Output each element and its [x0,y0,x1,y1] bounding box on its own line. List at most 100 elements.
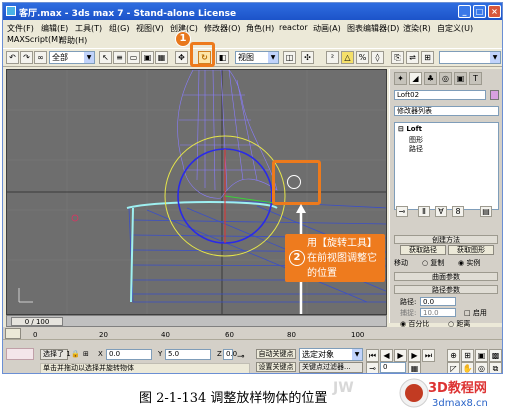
get-shape-button[interactable]: 获取图形 [448,245,494,255]
pin-stack-icon[interactable]: ⊸ [396,206,408,217]
named-selection-icon[interactable]: ⎘ [391,51,404,64]
play-icon[interactable]: ▶ [394,349,407,362]
maxscript-listener[interactable] [6,348,34,360]
modify-tab-icon[interactable]: ◢ [409,72,422,85]
pivot-center-icon[interactable]: ◫ [283,51,296,64]
snap-icon[interactable]: ² [326,51,339,64]
maximize-viewport-icon[interactable]: ⧉ [489,362,502,373]
named-selection-sets-dropdown[interactable]: ▼ [439,51,501,64]
absolute-mode-icon[interactable]: ⊞ [83,350,89,358]
y-coordinate-input[interactable]: 5.0 [165,349,211,360]
field-of-view-icon[interactable]: ◸ [447,362,460,373]
create-tab-icon[interactable]: ✦ [394,72,407,85]
time-slider[interactable]: 0 / 100 [11,317,63,326]
object-color-swatch[interactable] [490,90,499,100]
menu-animation[interactable]: 动画(A) [313,23,341,34]
auto-key-button[interactable]: 自动关键点 [256,349,296,359]
selection-filter-dropdown[interactable]: 全部 ▼ [49,51,95,64]
region-select-icon[interactable]: ▭ [127,51,140,64]
key-icon[interactable]: ⊸ [237,352,245,362]
object-name-input[interactable]: Loft02 [394,90,486,100]
go-to-start-icon[interactable]: ⏮ [366,349,379,362]
window-select-icon[interactable]: ▦ [155,51,168,64]
track-bar[interactable]: 0 20 40 60 80 100 [3,327,502,340]
remove-modifier-icon[interactable]: 8 [452,206,464,217]
reference-coord-dropdown[interactable]: 视图 ▼ [235,51,279,64]
key-mode-dropdown[interactable]: 选定对象 ▼ [299,348,363,361]
select-object-icon[interactable]: ↖ [99,51,112,64]
loft-path [126,201,278,209]
set-key-button[interactable]: 设置关键点 [256,362,296,372]
menu-rendering[interactable]: 渲染(R) [403,23,431,34]
menu-character[interactable]: 角色(H) [246,23,274,34]
menu-help[interactable]: 帮助(H) [59,35,87,46]
key-mode-icon[interactable]: ⊸ [366,362,379,373]
move-icon[interactable]: ✥ [175,51,188,64]
undo-icon[interactable]: ↶ [6,51,19,64]
key-filters-button[interactable]: 关键点过滤器... [299,362,363,373]
show-end-result-icon[interactable]: Ⅱ [418,206,430,217]
path-params-rollout[interactable]: 路径参数 [394,285,498,294]
motion-tab-icon[interactable]: ◎ [439,72,452,85]
menu-file[interactable]: 文件(F) [7,23,34,34]
surface-params-rollout[interactable]: 曲面参数 [394,272,498,281]
creation-method-rollout[interactable]: 创建方法 [394,235,498,244]
menu-edit[interactable]: 编辑(E) [41,23,68,34]
zoom-extents-icon[interactable]: ▣ [475,349,488,362]
previous-frame-icon[interactable]: ◀ [380,349,393,362]
current-frame-input[interactable]: 0 [380,362,406,373]
enable-checkbox[interactable]: □ 启用 [464,308,487,318]
menu-tools[interactable]: 工具(T) [75,23,102,34]
menu-views[interactable]: 视图(V) [136,23,164,34]
minimize-button[interactable]: _ [458,5,471,18]
track-bar-icon[interactable] [5,328,21,339]
configure-sets-icon[interactable]: ▤ [480,206,492,217]
copy-radio[interactable]: ○ 复制 [422,258,444,268]
link-icon[interactable]: ∞ [34,51,47,64]
select-manipulate-icon[interactable]: ✣ [301,51,314,64]
time-slider-track[interactable]: 0 / 100 [6,315,387,327]
snap-input[interactable]: 10.0 [420,308,456,317]
hierarchy-tab-icon[interactable]: ♣ [424,72,437,85]
move-radio[interactable]: 移动 [394,258,408,268]
redo-icon[interactable]: ↷ [20,51,33,64]
align-icon[interactable]: ⊞ [421,51,434,64]
display-tab-icon[interactable]: ▣ [454,72,467,85]
scale-icon[interactable]: ◧ [216,51,229,64]
select-by-name-icon[interactable]: ≡ [113,51,126,64]
z-coordinate-input[interactable]: 0.0 [223,349,237,360]
zoom-extents-all-icon[interactable]: ▩ [489,349,502,362]
menu-maxscript[interactable]: MAXScript(M) [7,35,61,44]
mirror-icon[interactable]: ⇌ [406,51,419,64]
menu-graph-editors[interactable]: 图表编辑器(D) [347,23,399,34]
modifier-list-dropdown[interactable]: 修改器列表 [394,106,499,116]
zoom-icon[interactable]: ⊕ [447,349,460,362]
pan-icon[interactable]: ✋ [461,362,474,373]
menu-modifiers[interactable]: 修改器(O) [204,23,241,34]
time-config-icon[interactable]: ▦ [408,362,421,373]
stack-item-path[interactable]: 路径 [409,144,423,154]
menu-group[interactable]: 组(G) [109,23,129,34]
menu-customize[interactable]: 自定义(U) [437,23,473,34]
x-coordinate-input[interactable]: 0.0 [106,349,152,360]
spinner-snap-icon[interactable]: ◊ [371,51,384,64]
crossing-icon[interactable]: ▣ [141,51,154,64]
zoom-all-icon[interactable]: ⊞ [461,349,474,362]
utilities-tab-icon[interactable]: T [469,72,482,85]
angle-snap-icon[interactable]: △ [341,51,354,64]
go-to-end-icon[interactable]: ⏭ [422,349,435,362]
percent-snap-icon[interactable]: % [356,51,369,64]
close-button[interactable]: × [488,5,501,18]
stack-item-loft[interactable]: ⊟ Loft [398,125,422,133]
arc-rotate-icon[interactable]: ◎ [475,362,488,373]
lock-icon[interactable]: 🔒 [71,350,80,358]
next-frame-icon[interactable]: ▶ [408,349,421,362]
path-input[interactable]: 0.0 [420,297,456,306]
maximize-button[interactable]: □ [473,5,486,18]
get-path-button[interactable]: 获取路径 [400,245,446,255]
tick-label: 20 [99,331,108,339]
instance-radio[interactable]: ◉ 实例 [458,258,480,268]
menu-reactor[interactable]: reactor [279,23,308,32]
step-1-badge: 1 [175,31,191,47]
make-unique-icon[interactable]: ∀ [435,206,447,217]
